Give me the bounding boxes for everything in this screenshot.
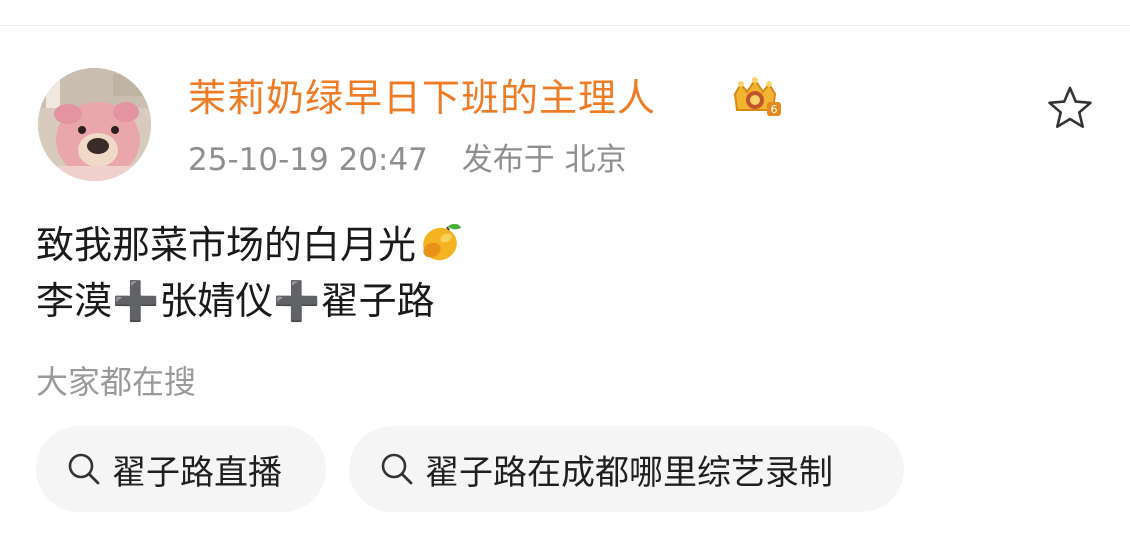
star-outline-icon[interactable]	[1043, 82, 1097, 136]
related-search-chip-label: 翟子路在成都哪里综艺录制	[425, 452, 833, 493]
pig-dog-avatar-image	[38, 68, 151, 181]
post-text-line-1: 致我那菜市场的白月光	[36, 218, 464, 270]
related-search-chip[interactable]: 翟子路在成都哪里综艺录制	[349, 426, 904, 512]
related-search-chip[interactable]: 翟子路直播	[36, 426, 326, 512]
post-text-line-1-text: 致我那菜市场的白月光	[36, 223, 417, 267]
related-search-chip-label: 翟子路直播	[112, 452, 282, 493]
post-location: 发布于 北京	[461, 142, 627, 178]
crown-vip-badge-icon: 6	[733, 77, 781, 116]
author-name[interactable]: 茉莉奶绿早日下班的主理人	[188, 74, 656, 122]
search-icon	[68, 453, 100, 485]
related-search-heading: 大家都在搜	[36, 363, 197, 401]
post-meta: 25-10-19 20:47 发布于 北京	[188, 138, 627, 182]
svg-text:6: 6	[771, 103, 778, 116]
post-text-line-2: 李漠➕张婧仪➕翟子路	[36, 279, 435, 323]
search-icon	[381, 453, 413, 485]
author-avatar[interactable]	[38, 68, 151, 181]
top-divider	[0, 25, 1130, 26]
mango-icon	[423, 223, 462, 261]
post-timestamp: 25-10-19 20:47	[188, 142, 428, 178]
